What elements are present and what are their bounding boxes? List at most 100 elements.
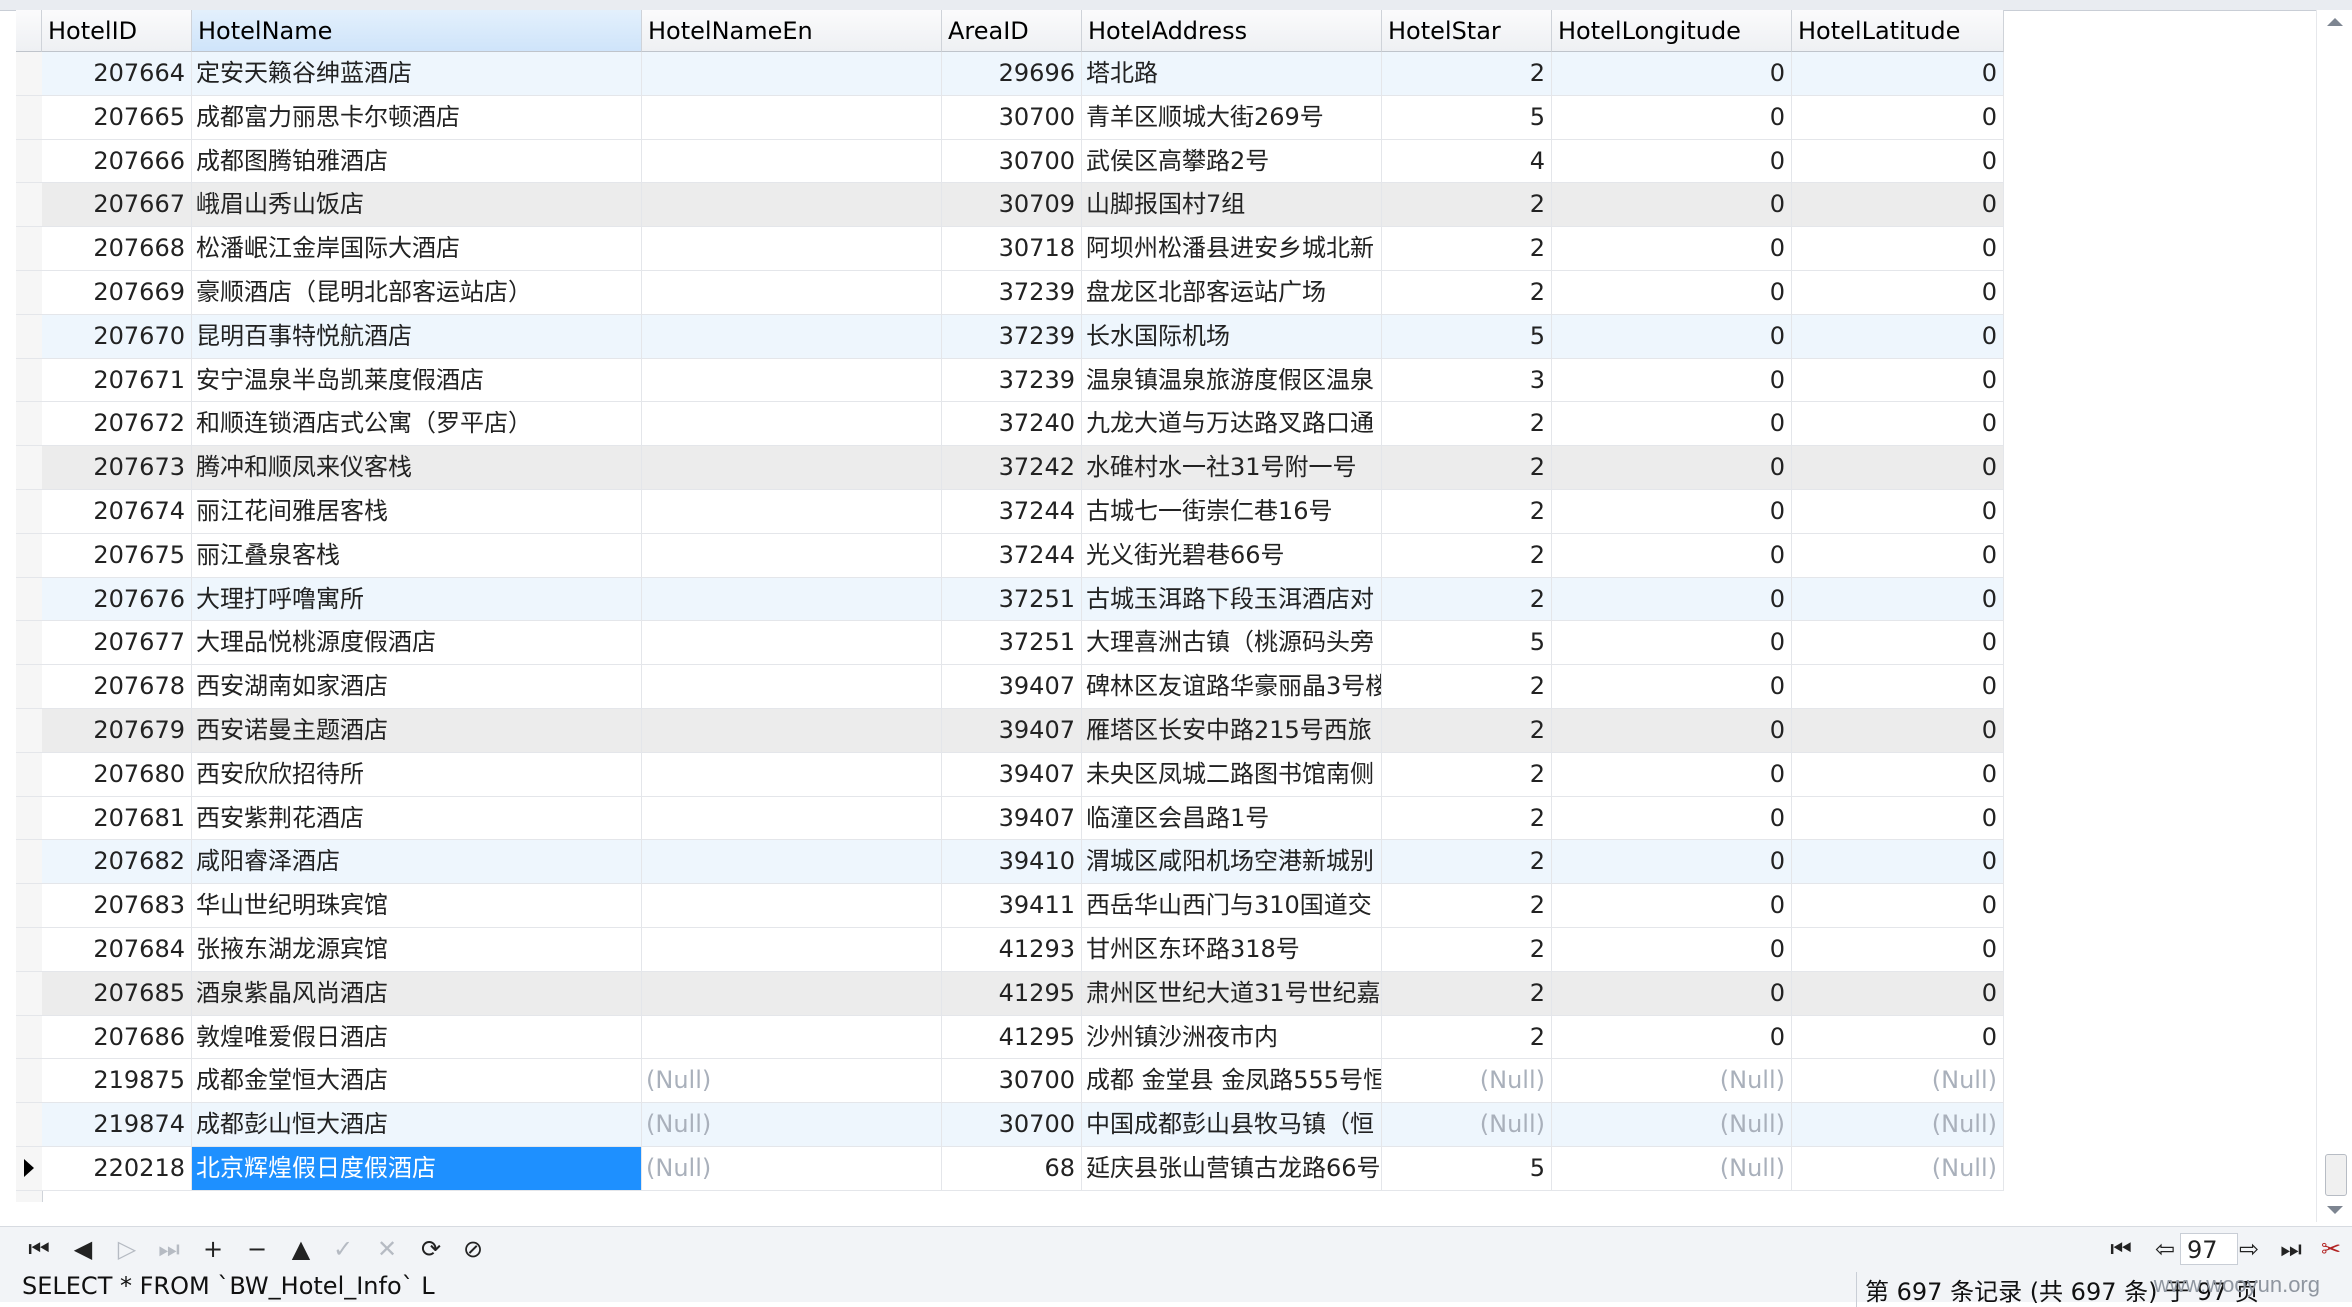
cell-areaid[interactable]: 37239 — [942, 358, 1082, 403]
cell-hotelname[interactable]: 腾冲和顺凤来仪客栈 — [192, 446, 642, 490]
cell-hotelstar[interactable]: 2 — [1382, 533, 1552, 578]
cell-hoteladdress[interactable]: 西岳华山西门与310国道交 — [1082, 884, 1382, 928]
cell-hoteladdress[interactable]: 中国成都彭山县牧马镇（恒 — [1082, 1103, 1382, 1147]
row-indicator[interactable] — [16, 358, 42, 403]
cell-hotellatitude[interactable]: (Null) — [1792, 1059, 2004, 1104]
cell-areaid[interactable]: 39407 — [942, 709, 1082, 753]
cell-hotellatitude[interactable]: 0 — [1792, 971, 2004, 1016]
cell-hotelid[interactable]: 219874 — [42, 1103, 192, 1147]
cell-hotellongitude[interactable]: 0 — [1552, 533, 1792, 578]
cell-hotelname[interactable]: 成都图腾铂雅酒店 — [192, 139, 642, 184]
cell-hotelnameen[interactable] — [642, 796, 942, 841]
cell-hotelid[interactable]: 207678 — [42, 665, 192, 709]
cell-hotelid[interactable]: 207683 — [42, 884, 192, 928]
cell-hotelid[interactable]: 207682 — [42, 840, 192, 885]
table-row[interactable]: 207680 西安欣欣招待所 39407 未央区凤城二路图书馆南侧 2 0 0 — [16, 752, 2004, 797]
cell-hotelnameen[interactable] — [642, 314, 942, 359]
cell-hotellatitude[interactable]: (Null) — [1792, 1147, 2004, 1191]
stop-icon[interactable]: ⊘ — [456, 1235, 490, 1263]
cell-areaid[interactable]: 41295 — [942, 971, 1082, 1016]
cell-hotelname[interactable]: 西安欣欣招待所 — [192, 752, 642, 797]
cell-hotelname[interactable]: 丽江叠泉客栈 — [192, 533, 642, 578]
discard-changes-icon[interactable]: ✕ — [370, 1235, 404, 1263]
cell-hotelstar[interactable]: 2 — [1382, 709, 1552, 753]
row-indicator[interactable] — [16, 840, 42, 885]
last-record-icon[interactable]: ⏭ — [152, 1235, 186, 1263]
cell-areaid[interactable]: 68 — [942, 1147, 1082, 1191]
row-indicator[interactable] — [16, 709, 42, 753]
cell-hotelstar[interactable]: 5 — [1382, 314, 1552, 359]
cell-hotelname[interactable]: 定安天籁谷绅蓝酒店 — [192, 52, 642, 96]
cell-hoteladdress[interactable]: 成都 金堂县 金凤路555号恒 — [1082, 1059, 1382, 1104]
page-first-icon[interactable]: ⏮ — [2104, 1235, 2138, 1263]
cell-areaid[interactable]: 41293 — [942, 928, 1082, 972]
cell-hotelid[interactable]: 207668 — [42, 227, 192, 271]
row-indicator[interactable] — [16, 1147, 42, 1191]
table-row[interactable]: 207666 成都图腾铂雅酒店 30700 武侯区高攀路2号 4 0 0 — [16, 139, 2004, 184]
cell-hotellatitude[interactable]: 0 — [1792, 446, 2004, 490]
cell-hotellatitude[interactable]: 0 — [1792, 840, 2004, 885]
scroll-down-icon[interactable] — [2327, 1206, 2343, 1214]
table-row[interactable]: 207685 酒泉紫晶风尚酒店 41295 肃州区世纪大道31号世纪嘉 2 0 0 — [16, 971, 2004, 1016]
cell-hotelname[interactable]: 大理打呼噜寓所 — [192, 577, 642, 622]
cell-hotelname[interactable]: 西安湖南如家酒店 — [192, 665, 642, 709]
table-row[interactable]: 219875 成都金堂恒大酒店 (Null) 30700 成都 金堂县 金凤路555号恒… — [16, 1059, 2004, 1104]
cell-hoteladdress[interactable]: 盘龙区北部客运站广场 — [1082, 271, 1382, 315]
cell-hotelstar[interactable]: 2 — [1382, 227, 1552, 271]
header-hotelnameen[interactable]: HotelNameEn — [642, 10, 942, 52]
cell-hotellongitude[interactable]: 0 — [1552, 358, 1792, 403]
cell-hotelid[interactable]: 207677 — [42, 621, 192, 666]
cell-hotelname[interactable]: 丽江花间雅居客栈 — [192, 490, 642, 534]
cell-hotellatitude[interactable]: 0 — [1792, 621, 2004, 666]
row-indicator[interactable] — [16, 577, 42, 622]
row-indicator[interactable] — [16, 183, 42, 228]
scroll-thumb[interactable] — [2325, 1154, 2347, 1196]
cell-hotelnameen[interactable] — [642, 577, 942, 622]
cell-hotelnameen[interactable] — [642, 446, 942, 490]
cell-hotellongitude[interactable]: 0 — [1552, 796, 1792, 841]
cell-hotellatitude[interactable]: 0 — [1792, 1015, 2004, 1060]
header-hotelstar[interactable]: HotelStar — [1382, 10, 1552, 52]
cell-areaid[interactable]: 30700 — [942, 1103, 1082, 1147]
cell-hotelname[interactable]: 成都金堂恒大酒店 — [192, 1059, 642, 1104]
tools-icon[interactable]: ✂ — [2314, 1235, 2348, 1263]
cell-areaid[interactable]: 30700 — [942, 139, 1082, 184]
cell-hotelid[interactable]: 207684 — [42, 928, 192, 972]
cell-hotellongitude[interactable]: 0 — [1552, 884, 1792, 928]
row-indicator[interactable] — [16, 227, 42, 271]
row-indicator[interactable] — [16, 796, 42, 841]
table-row[interactable]: 207669 豪顺酒店（昆明北部客运站店） 37239 盘龙区北部客运站广场 2 0 0 — [16, 271, 2004, 315]
row-indicator[interactable] — [16, 971, 42, 1016]
table-row[interactable]: 207670 昆明百事特悦航酒店 37239 长水国际机场 5 0 0 — [16, 314, 2004, 359]
cell-hoteladdress[interactable]: 碑林区友谊路华豪丽晶3号楼 — [1082, 665, 1382, 709]
cell-hotelid[interactable]: 207665 — [42, 95, 192, 140]
cell-hotelid[interactable]: 207674 — [42, 490, 192, 534]
cell-hotelnameen[interactable] — [642, 533, 942, 578]
refresh-icon[interactable]: ⟳ — [414, 1235, 448, 1263]
cell-hotelname[interactable]: 酒泉紫晶风尚酒店 — [192, 971, 642, 1016]
cell-hotelstar[interactable]: (Null) — [1382, 1059, 1552, 1104]
cell-hotelname[interactable]: 华山世纪明珠宾馆 — [192, 884, 642, 928]
table-row[interactable]: 220218 北京辉煌假日度假酒店 (Null) 68 延庆县张山营镇古龙路66号 5 (N… — [16, 1147, 2004, 1191]
header-hoteladdress[interactable]: HotelAddress — [1082, 10, 1382, 52]
cell-hoteladdress[interactable]: 沙州镇沙洲夜市内 — [1082, 1015, 1382, 1060]
cell-hotelnameen[interactable] — [642, 709, 942, 753]
cell-hotellongitude[interactable]: (Null) — [1552, 1147, 1792, 1191]
cell-hoteladdress[interactable]: 武侯区高攀路2号 — [1082, 139, 1382, 184]
cell-areaid[interactable]: 39407 — [942, 665, 1082, 709]
cell-areaid[interactable]: 37251 — [942, 621, 1082, 666]
cell-hotelid[interactable]: 207672 — [42, 402, 192, 447]
cell-hotelid[interactable]: 207679 — [42, 709, 192, 753]
cell-hotelstar[interactable]: 2 — [1382, 884, 1552, 928]
cell-hoteladdress[interactable]: 渭城区咸阳机场空港新城别 — [1082, 840, 1382, 885]
cell-hotelname[interactable]: 成都富力丽思卡尔顿酒店 — [192, 95, 642, 140]
row-indicator[interactable] — [16, 52, 42, 96]
cell-hotelstar[interactable]: 2 — [1382, 52, 1552, 96]
cell-areaid[interactable]: 37244 — [942, 533, 1082, 578]
cell-hoteladdress[interactable]: 古城七一街崇仁巷16号 — [1082, 490, 1382, 534]
cell-hotelname[interactable]: 西安诺曼主题酒店 — [192, 709, 642, 753]
cell-hotellatitude[interactable]: 0 — [1792, 752, 2004, 797]
header-areaid[interactable]: AreaID — [942, 10, 1082, 52]
cell-hotelstar[interactable]: 2 — [1382, 1015, 1552, 1060]
cell-areaid[interactable]: 37239 — [942, 271, 1082, 315]
